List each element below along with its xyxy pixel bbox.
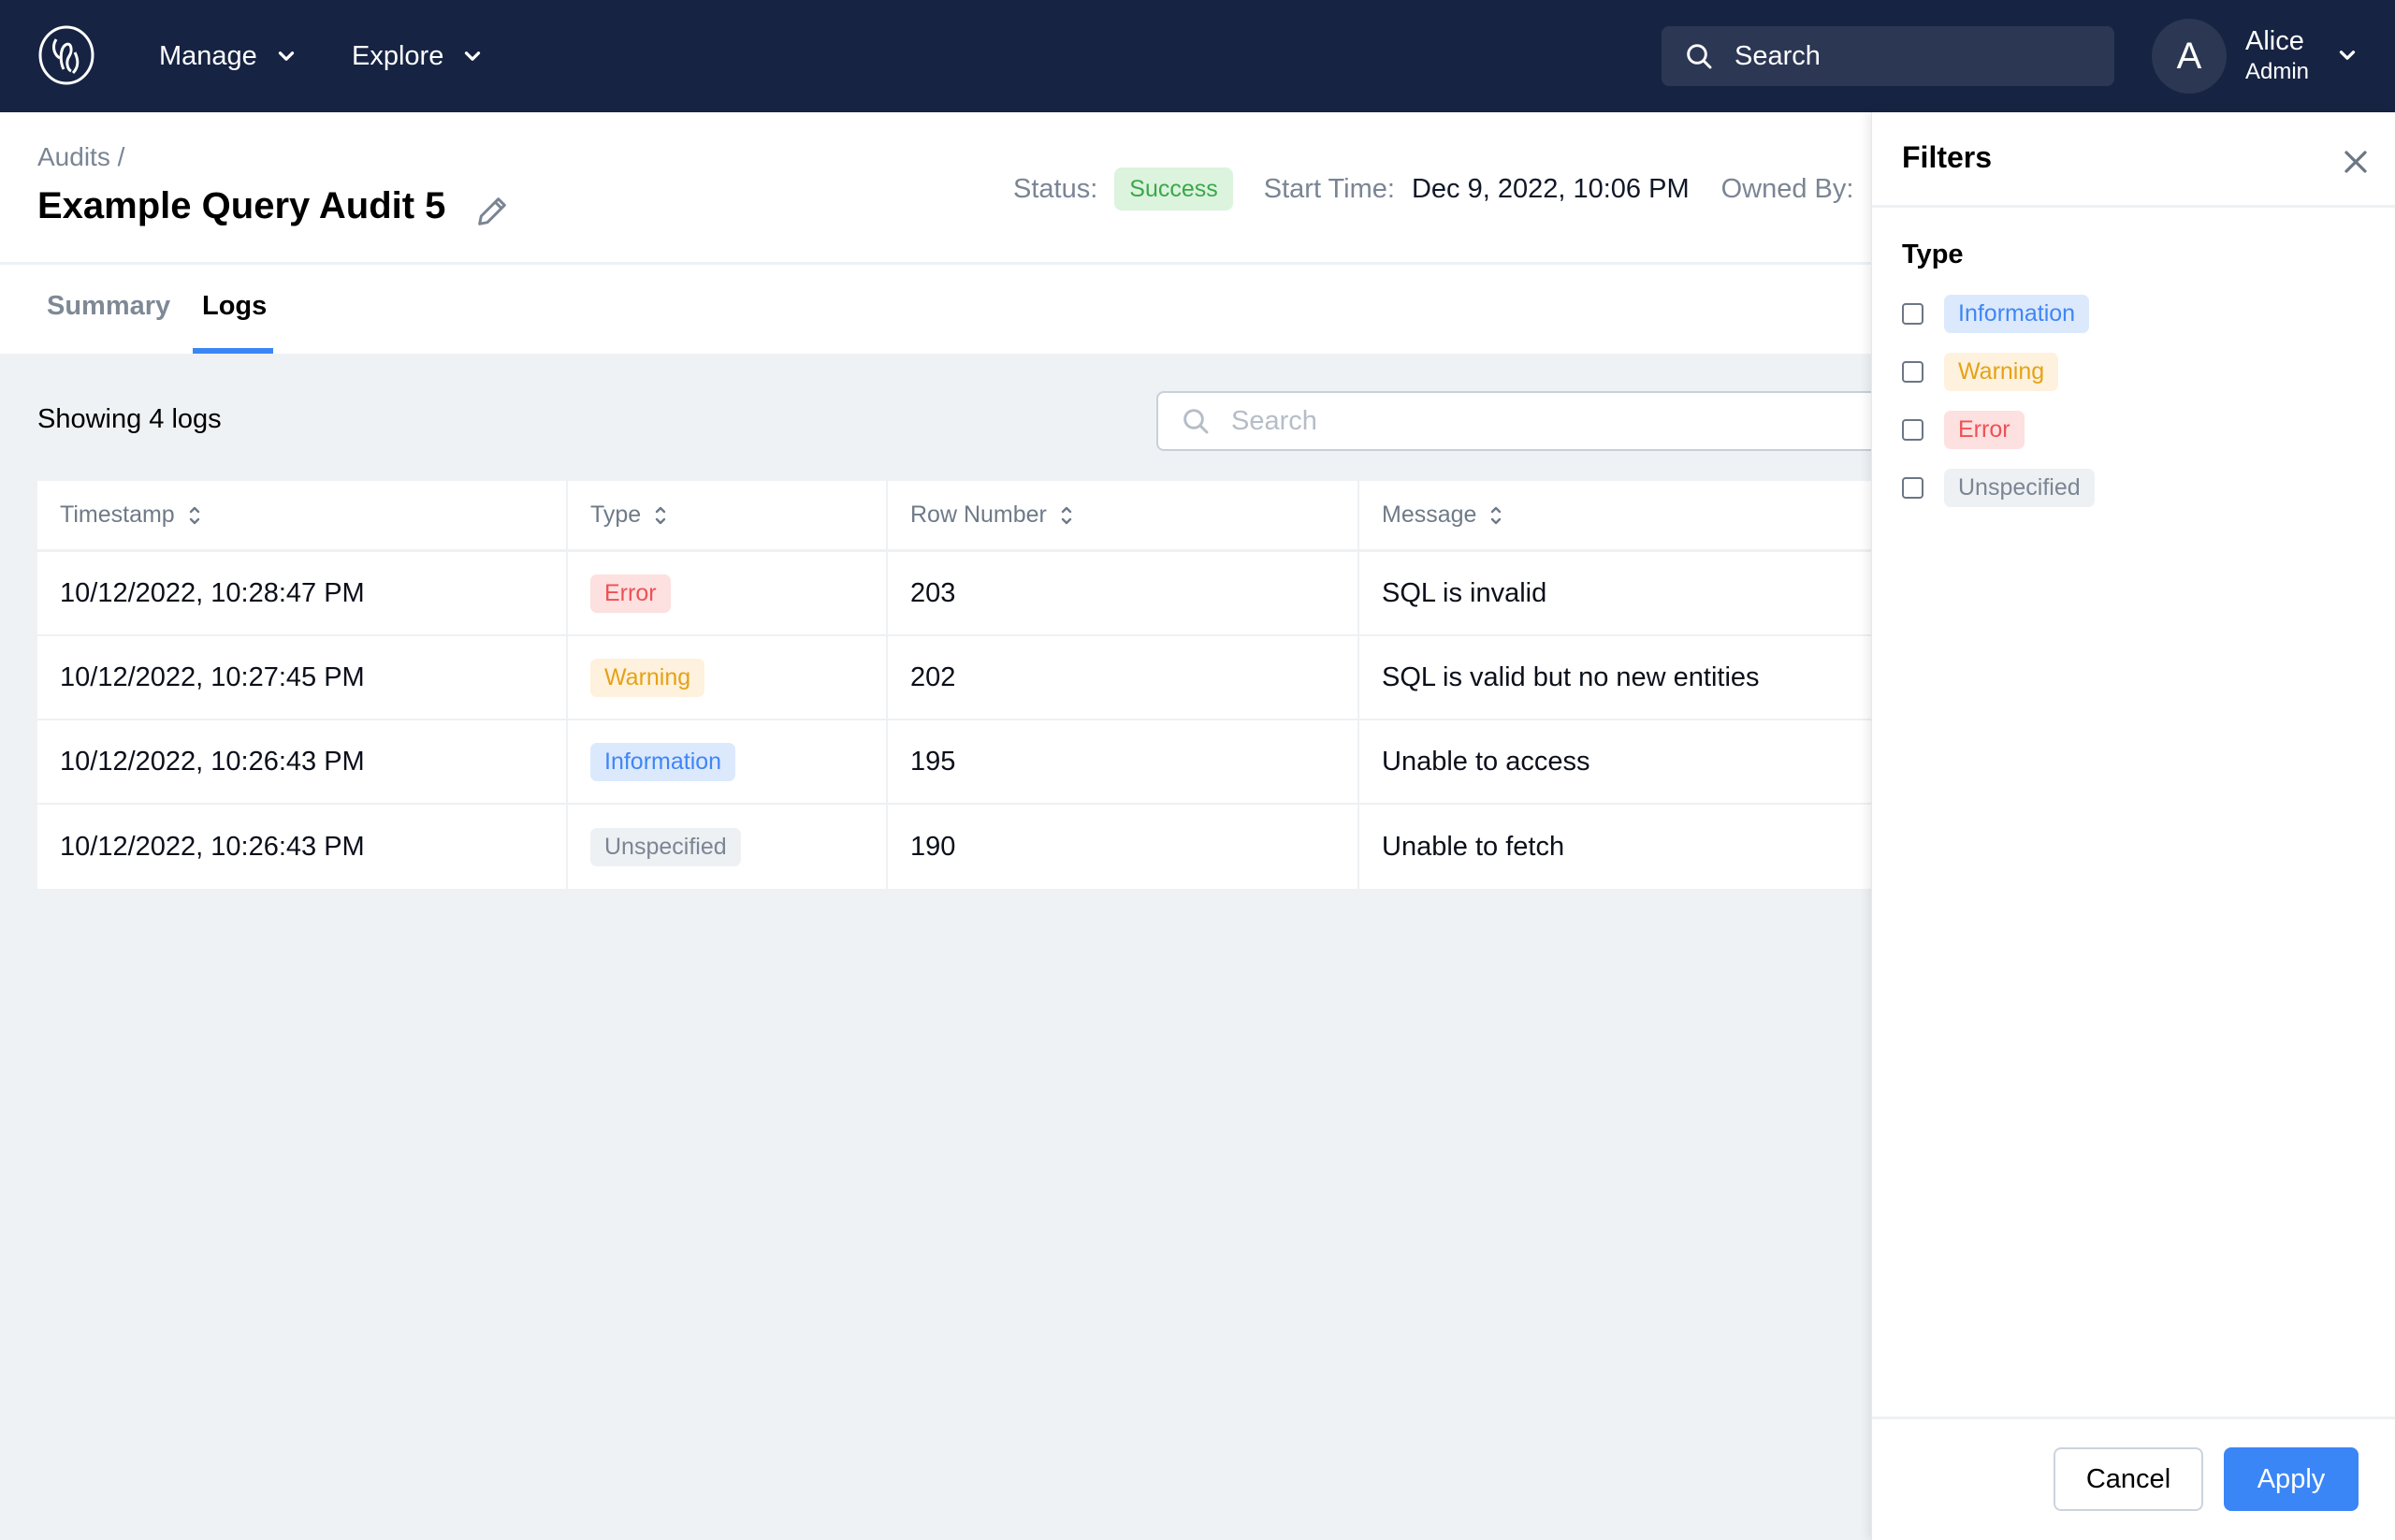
filter-badge-information: Information: [1944, 294, 2090, 333]
filter-option-information[interactable]: Information: [1902, 292, 2090, 335]
page-title: Example Query Audit 5: [37, 185, 446, 226]
active-tab-indicator: [193, 348, 273, 354]
column-header-timestamp[interactable]: Timestamp: [37, 481, 568, 549]
cell-timestamp: 10/12/2022, 10:27:45 PM: [37, 636, 568, 719]
nav-menu-label: Manage: [159, 40, 257, 71]
table-row[interactable]: 10/12/2022, 10:26:43 PM Unspecified 190 …: [37, 805, 1890, 889]
cell-type: Warning: [568, 636, 888, 719]
column-header-label: Type: [590, 501, 642, 528]
filter-option-warning[interactable]: Warning: [1902, 350, 2059, 393]
owned-by-label: Owned By:: [1720, 173, 1854, 204]
checkbox-unspecified[interactable]: [1902, 476, 1923, 499]
nav-menu-label: Explore: [352, 40, 444, 71]
status-label: Status:: [1013, 173, 1098, 204]
filter-badge-unspecified: Unspecified: [1944, 468, 2095, 507]
sort-icon: [1061, 506, 1072, 524]
column-header-type[interactable]: Type: [568, 481, 888, 549]
cell-message: Unable to fetch: [1382, 831, 1565, 862]
cell-message: Unable to access: [1382, 746, 1590, 777]
nav-menu-explore[interactable]: Explore: [352, 36, 485, 77]
cell-row-number: 202: [888, 636, 1359, 719]
avatar-initial: A: [2176, 35, 2202, 77]
close-icon[interactable]: [2342, 148, 2370, 176]
table-row[interactable]: 10/12/2022, 10:26:43 PM Information 195 …: [37, 720, 1890, 805]
global-search-placeholder: Search: [1735, 40, 1821, 71]
top-navigation: Manage Explore Search A Alice Admin: [0, 0, 2395, 112]
breadcrumb-audits[interactable]: Audits /: [37, 142, 124, 172]
pencil-icon[interactable]: [473, 193, 511, 230]
tab-logs[interactable]: Logs: [202, 291, 267, 322]
type-badge-warning: Warning: [590, 658, 705, 697]
sort-icon: [189, 506, 199, 524]
filter-badge-error: Error: [1944, 410, 2025, 449]
divider: [1872, 205, 2395, 208]
search-icon: [1183, 409, 1209, 434]
cell-type: Unspecified: [568, 805, 888, 889]
apply-button[interactable]: Apply: [2224, 1447, 2359, 1511]
table-row[interactable]: 10/12/2022, 10:27:45 PM Warning 202 SQL …: [37, 636, 1890, 720]
logs-table: Timestamp Type Row Number Message 10/12/…: [37, 481, 1890, 889]
cell-type: Error: [568, 552, 888, 634]
type-badge-unspecified: Unspecified: [590, 827, 741, 866]
brand-logo-icon[interactable]: [36, 24, 97, 86]
sort-icon: [1491, 506, 1502, 524]
search-icon: [1687, 44, 1712, 69]
cell-type: Information: [568, 720, 888, 803]
filters-title: Filters: [1902, 140, 1993, 174]
divider: [1872, 1417, 2395, 1419]
cell-message: SQL is valid but no new entities: [1382, 661, 1760, 692]
cell-row-number: 190: [888, 805, 1359, 889]
start-time-label: Start Time:: [1263, 173, 1395, 204]
cell-timestamp: 10/12/2022, 10:28:47 PM: [37, 552, 568, 634]
cell-message: SQL is invalid: [1382, 577, 1547, 608]
filter-option-error[interactable]: Error: [1902, 408, 2025, 451]
cell-timestamp: 10/12/2022, 10:26:43 PM: [37, 720, 568, 803]
user-role: Admin: [2245, 59, 2310, 84]
user-name: Alice: [2245, 26, 2304, 56]
table-row[interactable]: 10/12/2022, 10:28:47 PM Error 203 SQL is…: [37, 552, 1890, 636]
type-badge-information: Information: [590, 742, 736, 781]
column-header-message[interactable]: Message: [1359, 481, 1890, 549]
tab-summary[interactable]: Summary: [47, 291, 170, 322]
audit-meta: Status: Success Start Time: Dec 9, 2022,…: [1013, 167, 1853, 211]
start-time-value: Dec 9, 2022, 10:06 PM: [1411, 173, 1690, 204]
chevron-down-icon[interactable]: [2335, 43, 2359, 67]
logs-count: Showing 4 logs: [37, 404, 222, 434]
nav-menu-manage[interactable]: Manage: [159, 36, 298, 77]
logs-search-input[interactable]: [1231, 405, 1886, 437]
status-badge: Success: [1114, 167, 1233, 211]
column-header-label: Row Number: [910, 501, 1047, 528]
cell-row-number: 203: [888, 552, 1359, 634]
filter-option-unspecified[interactable]: Unspecified: [1902, 466, 2095, 509]
checkbox-error[interactable]: [1902, 418, 1923, 441]
filters-panel: Filters Type Information Warning Error U…: [1871, 112, 2395, 1540]
user-avatar[interactable]: A: [2152, 19, 2227, 94]
column-header-label: Timestamp: [60, 501, 175, 528]
user-menu[interactable]: Alice Admin: [2245, 24, 2309, 86]
column-header-row-number[interactable]: Row Number: [888, 481, 1359, 549]
chevron-down-icon: [278, 51, 294, 61]
column-header-label: Message: [1382, 501, 1477, 528]
cancel-button[interactable]: Cancel: [2054, 1447, 2203, 1511]
filter-badge-warning: Warning: [1944, 352, 2059, 391]
chevron-down-icon: [465, 51, 481, 61]
sort-icon: [656, 506, 666, 524]
filter-section-type: Type: [1902, 240, 1964, 269]
checkbox-information[interactable]: [1902, 302, 1923, 325]
cell-timestamp: 10/12/2022, 10:26:43 PM: [37, 805, 568, 889]
checkbox-warning[interactable]: [1902, 360, 1923, 383]
cell-row-number: 195: [888, 720, 1359, 803]
global-search-input[interactable]: Search: [1662, 26, 2114, 86]
table-header-row: Timestamp Type Row Number Message: [37, 481, 1890, 552]
type-badge-error: Error: [590, 574, 671, 613]
